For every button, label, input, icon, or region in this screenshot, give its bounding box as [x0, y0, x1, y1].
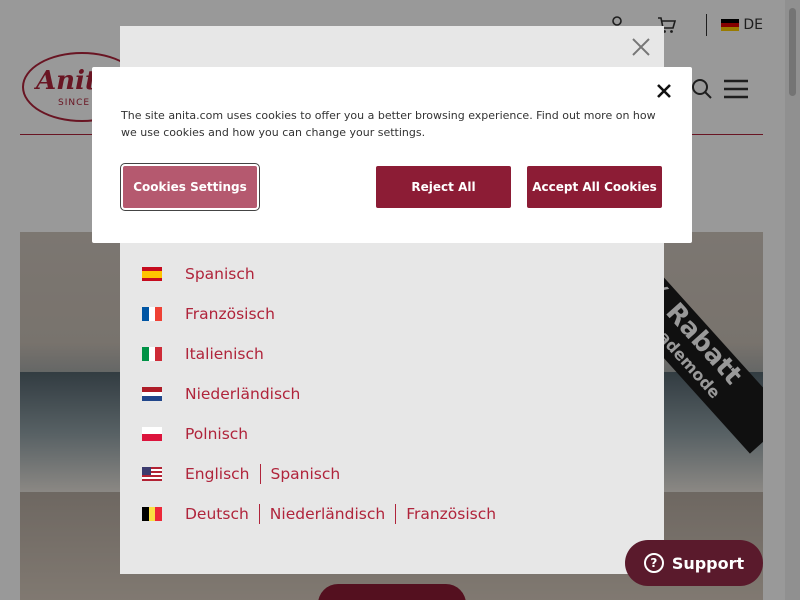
language-link[interactable]: Französisch [406, 505, 496, 523]
support-label: Support [671, 553, 745, 573]
it-flag-icon [142, 347, 163, 361]
language-separator [259, 464, 261, 484]
language-row: Spanisch [142, 254, 496, 294]
us-flag-icon [142, 467, 162, 481]
support-button[interactable]: ? Support [625, 540, 763, 586]
language-link[interactable]: Deutsch [185, 505, 249, 523]
language-link[interactable]: Französisch [185, 305, 275, 323]
language-link[interactable]: Niederländisch [185, 385, 300, 403]
cookie-text: The site anita.com uses cookies to offer… [121, 109, 656, 139]
language-modal-close-icon[interactable] [630, 36, 652, 58]
cookie-close-icon[interactable] [656, 83, 672, 99]
language-separator [395, 504, 397, 524]
language-row: Französisch [142, 294, 496, 334]
reject-all-button[interactable]: Reject All [376, 166, 511, 208]
language-link[interactable]: Spanisch [271, 465, 341, 483]
be-flag-icon [142, 507, 163, 521]
help-icon: ? [643, 553, 664, 573]
cookie-consent-dialog: The site anita.com uses cookies to offer… [92, 67, 692, 243]
nl-flag-icon [142, 387, 162, 402]
pl-flag-icon [142, 427, 162, 441]
language-link[interactable]: Niederländisch [270, 505, 385, 523]
accept-all-cookies-button[interactable]: Accept All Cookies [527, 166, 662, 208]
es-flag-icon [142, 267, 162, 281]
language-link[interactable]: Spanisch [185, 265, 255, 283]
language-link[interactable]: Italienisch [185, 345, 264, 363]
language-row: Italienisch [142, 334, 496, 374]
language-link[interactable]: Polnisch [185, 425, 248, 443]
language-row: Niederländisch [142, 374, 496, 414]
language-row: Deutsch Niederländisch Französisch [142, 494, 496, 534]
language-row: Englisch Spanisch [142, 454, 496, 494]
fr-flag-icon [142, 307, 163, 321]
language-link[interactable]: Englisch [185, 465, 250, 483]
cookies-settings-button[interactable]: Cookies Settings [120, 163, 260, 211]
language-row: Polnisch [142, 414, 496, 454]
language-separator [258, 504, 260, 524]
language-list: Spanisch Französisch Italienisch Niederl… [142, 254, 496, 534]
